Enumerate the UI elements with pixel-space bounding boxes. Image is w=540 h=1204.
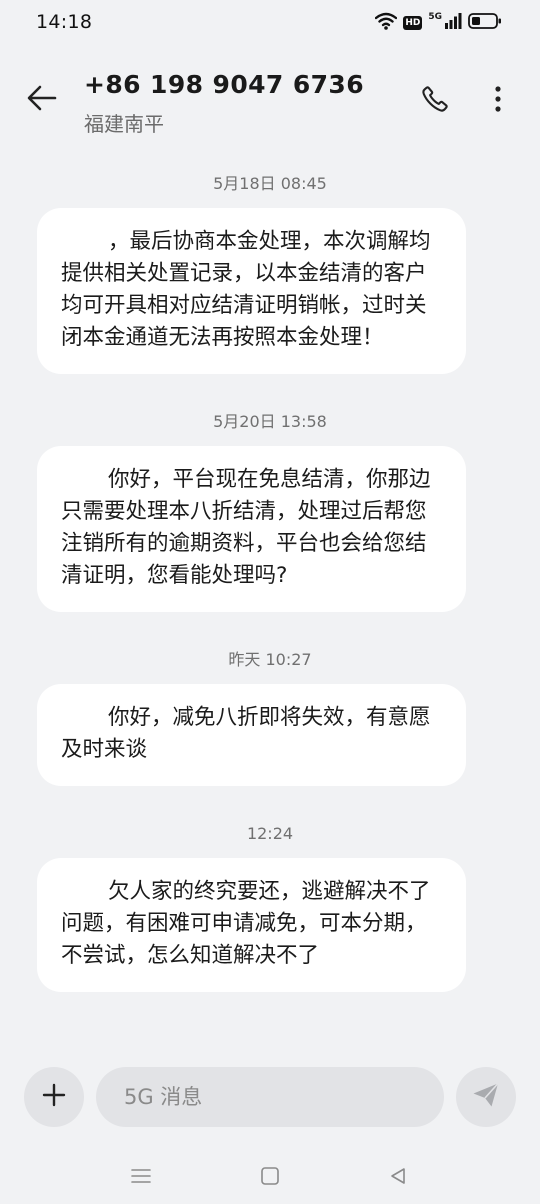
contact-number: +86 198 9047 6736 (84, 70, 364, 99)
system-back-button[interactable] (378, 1158, 418, 1198)
back-button[interactable] (22, 80, 62, 120)
message-bubble[interactable]: 欠人家的终究要还，逃避解决不了问题，有困难可申请减免，可本分期，不尝试，怎么知道… (37, 858, 466, 992)
home-button[interactable] (250, 1158, 290, 1198)
message-bubble[interactable]: 你好，减免八折即将失效，有意愿及时来谈 (37, 684, 466, 786)
menu-icon (131, 1168, 151, 1188)
message-timestamp: 5月20日 13:58 (213, 412, 327, 431)
message-bubble[interactable]: 你好，平台现在免息结清，你那边只需要处理本八折结清，处理过后帮您注销所有的逾期资… (37, 446, 466, 612)
call-button[interactable] (416, 82, 454, 120)
message-list[interactable]: 5月18日 08:45 ，最后协商本金处理，本次调解均提供相关处置记录，以本金结… (0, 160, 540, 1055)
message-timestamp: 昨天 10:27 (228, 650, 312, 669)
network-type-label: 5G (428, 12, 442, 22)
message-timestamp: 5月18日 08:45 (213, 174, 327, 193)
status-time: 14:18 (36, 11, 93, 33)
plus-icon (42, 1083, 66, 1111)
arrow-left-icon (27, 85, 57, 115)
recent-apps-button[interactable] (121, 1158, 161, 1198)
message-bubble[interactable]: ，最后协商本金处理，本次调解均提供相关处置记录，以本金结清的客户均可开具相对应结… (37, 208, 466, 374)
status-bar: 14:18 HD 5G (0, 0, 540, 46)
more-vertical-icon (494, 85, 502, 117)
home-icon (260, 1166, 280, 1190)
hd-badge: HD (403, 16, 423, 30)
send-button[interactable] (456, 1067, 516, 1127)
system-navigation-bar (0, 1150, 540, 1204)
more-options-button[interactable] (484, 82, 512, 120)
wifi-icon (375, 12, 398, 34)
send-icon (472, 1082, 500, 1112)
conversation-header: +86 198 9047 6736 福建南平 (0, 60, 540, 140)
battery-icon (468, 12, 502, 34)
phone-icon (421, 85, 449, 117)
back-triangle-icon (388, 1166, 408, 1190)
message-composer (0, 1055, 540, 1150)
signal-icon (444, 12, 462, 34)
message-timestamp: 12:24 (246, 824, 294, 843)
contact-location: 福建南平 (84, 112, 164, 136)
status-icons: HD 5G (375, 12, 502, 34)
message-input[interactable] (96, 1067, 444, 1127)
add-attachment-button[interactable] (24, 1067, 84, 1127)
